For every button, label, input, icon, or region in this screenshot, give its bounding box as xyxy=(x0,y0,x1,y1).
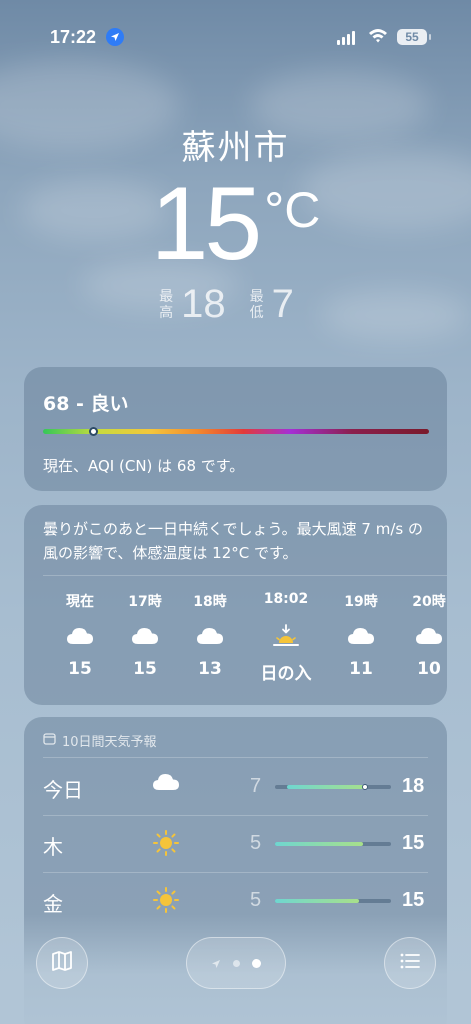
status-time: 17:22 xyxy=(50,27,97,47)
current-temperature: 15 °C xyxy=(0,165,471,284)
status-bar: 17:22 55 xyxy=(0,0,471,60)
hour-temp: 日の入 xyxy=(260,664,312,684)
hourly-item: 現在 15 xyxy=(48,591,112,679)
aqi-marker xyxy=(88,427,98,436)
low-label: 最低 xyxy=(249,288,264,321)
battery-indicator: 55 xyxy=(397,29,431,45)
cloud-icon xyxy=(152,772,180,796)
hour-label: 20時 xyxy=(412,594,446,610)
temperature-range-bar xyxy=(275,899,391,903)
hourly-list[interactable]: 現在 15 17時 15 18時 13 18:02 日の入 19時 11 20時 10 xyxy=(24,591,447,695)
hour-temp: 11 xyxy=(349,659,373,679)
day-low: 5 xyxy=(250,832,262,854)
ten-day-header: 10日間天気予報 xyxy=(43,731,157,750)
page-dot-active xyxy=(252,958,261,968)
high-low: 最高 18 最低 7 xyxy=(0,282,471,327)
hourly-item: 19時 11 xyxy=(329,591,393,679)
sunset-icon xyxy=(254,613,318,659)
location-arrow-icon xyxy=(106,28,124,46)
day-name: 木 xyxy=(43,835,63,859)
day-name: 金 xyxy=(43,892,63,916)
divider xyxy=(43,575,447,576)
temperature-value: 15 xyxy=(150,166,263,282)
hour-temp: 15 xyxy=(133,659,157,679)
high-value: 18 xyxy=(181,282,226,326)
hour-label: 19時 xyxy=(344,594,378,610)
calendar-icon xyxy=(43,732,56,749)
temperature-range-fill xyxy=(275,842,364,846)
temperature-range-bar xyxy=(275,784,391,790)
cloud-icon xyxy=(329,613,393,659)
day-high: 15 xyxy=(402,889,425,911)
hour-label: 17時 xyxy=(128,594,162,610)
day-high: 15 xyxy=(402,832,425,854)
ten-day-title: 10日間天気予報 xyxy=(62,735,157,750)
cloud-icon xyxy=(178,613,242,659)
day-low: 5 xyxy=(250,889,262,911)
divider xyxy=(43,757,428,758)
temperature-range-fill xyxy=(286,785,368,789)
hourly-item: 20時 10 xyxy=(397,591,461,679)
hourly-forecast-card[interactable]: 曇りがこのあと一日中続くでしょう。最大風速 7 m/s の風の影響で、体感温度は… xyxy=(24,505,447,705)
cellular-signal-icon xyxy=(337,31,355,45)
temperature-range-fill xyxy=(275,899,359,903)
cloud-icon xyxy=(397,613,461,659)
high-label: 最高 xyxy=(159,288,174,321)
hourly-item: 18時 13 xyxy=(178,591,242,679)
page-indicator[interactable] xyxy=(186,937,286,989)
hour-temp: 10 xyxy=(417,659,441,679)
air-quality-card[interactable]: 68 - 良い 現在、AQI (CN) は 68 です。 xyxy=(24,367,447,491)
forecast-summary: 曇りがこのあと一日中続くでしょう。最大風速 7 m/s の風の影響で、体感温度は… xyxy=(43,520,423,562)
city-list-button[interactable] xyxy=(384,937,436,989)
hour-label: 18:02 xyxy=(263,591,309,607)
page-dot xyxy=(233,959,240,967)
hourly-item: 17時 15 xyxy=(113,591,177,679)
low-value: 7 xyxy=(271,282,294,326)
sun-icon xyxy=(152,829,180,861)
hourly-item: 18:02 日の入 xyxy=(254,591,318,684)
day-name: 今日 xyxy=(43,778,83,802)
cloud-icon xyxy=(113,613,177,659)
temperature-range-bar xyxy=(275,842,391,846)
aqi-scale-bar xyxy=(43,429,429,434)
aqi-description: 現在、AQI (CN) は 68 です。 xyxy=(43,457,245,475)
hour-temp: 13 xyxy=(198,659,222,679)
location-page-icon xyxy=(211,954,221,973)
cloud-icon xyxy=(48,613,112,659)
day-low: 7 xyxy=(250,775,262,797)
aqi-title: 68 - 良い xyxy=(43,393,129,415)
hour-temp: 15 xyxy=(68,659,92,679)
hour-label: 18時 xyxy=(193,594,227,610)
daily-row: 木 5 15 xyxy=(24,816,447,872)
temperature-unit: °C xyxy=(264,182,321,238)
list-icon xyxy=(398,949,422,977)
daily-row: 今日 7 18 xyxy=(24,759,447,815)
current-temp-marker xyxy=(362,784,369,790)
city-name: 蘇州市 xyxy=(181,128,290,168)
hour-label: 現在 xyxy=(66,594,94,610)
map-icon xyxy=(50,949,74,977)
wifi-icon xyxy=(368,27,388,49)
day-high: 18 xyxy=(402,775,425,797)
map-button[interactable] xyxy=(36,937,88,989)
